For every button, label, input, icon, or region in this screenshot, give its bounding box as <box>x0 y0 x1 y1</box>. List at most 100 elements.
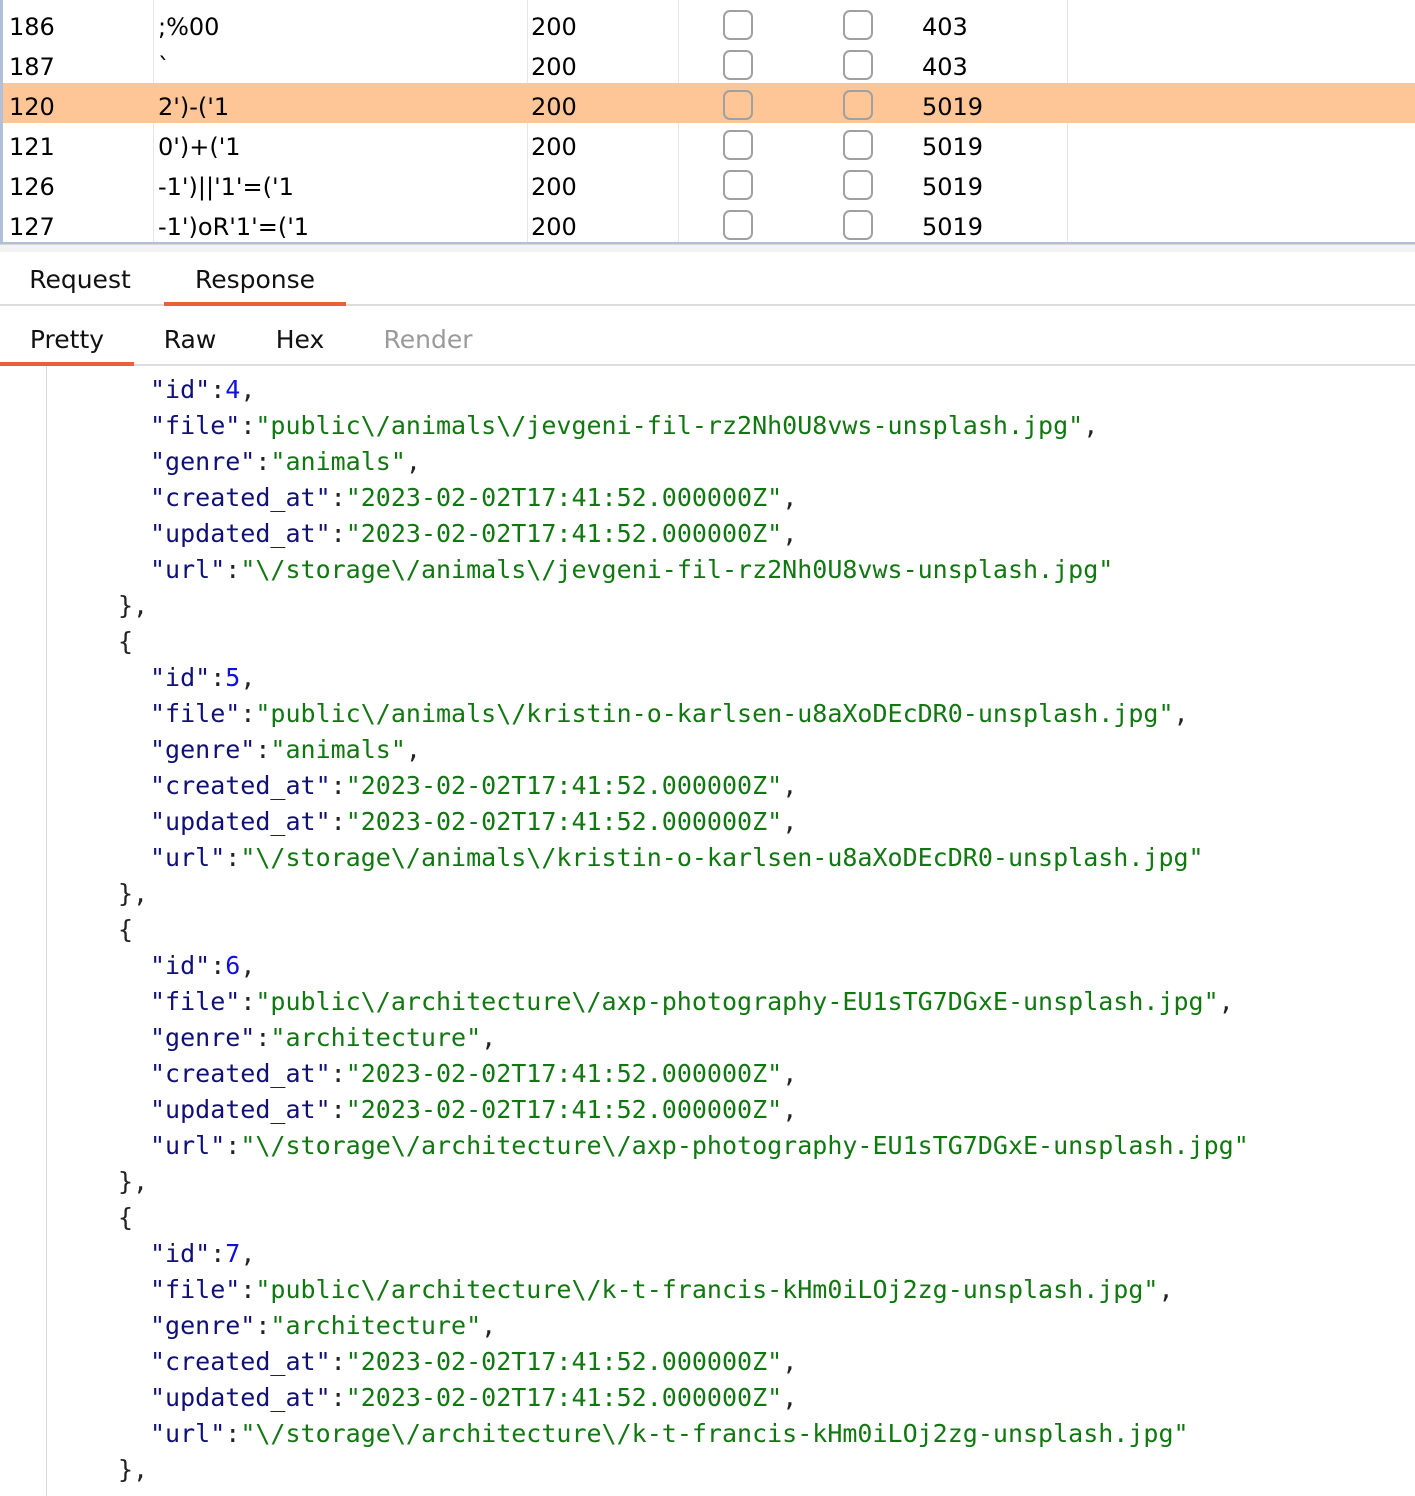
colon: : <box>225 555 241 584</box>
json-key: "file" <box>150 699 241 728</box>
tab-render[interactable]: Render <box>354 308 502 364</box>
json-value: "2023-02-02T17:41:52.000000Z" <box>345 1095 783 1124</box>
json-key: "updated_at" <box>150 519 331 548</box>
colon: : <box>330 1347 346 1376</box>
response-body-viewer[interactable]: "id":4, "file":"public\/animals\/jevgeni-… <box>0 366 1415 1496</box>
json-value: "2023-02-02T17:41:52.000000Z" <box>345 1059 783 1088</box>
open-brace: { <box>118 915 134 944</box>
json-line-created-at: "created_at":"2023-02-02T17:41:52.000000… <box>150 1344 797 1380</box>
comma: , <box>782 1059 798 1088</box>
json-key: "updated_at" <box>150 1383 331 1412</box>
json-key: "genre" <box>150 447 256 476</box>
json-line-updated-at: "updated_at":"2023-02-02T17:41:52.000000… <box>150 516 797 552</box>
timeout-checkbox[interactable] <box>843 10 873 40</box>
timeout-checkbox[interactable] <box>843 50 873 80</box>
colon: : <box>225 843 241 872</box>
error-checkbox[interactable] <box>723 10 753 40</box>
tab-response[interactable]: Response <box>164 252 346 306</box>
tab-pretty[interactable]: Pretty <box>0 308 134 366</box>
json-key: "url" <box>150 555 226 584</box>
status-code: 200 <box>531 93 577 121</box>
json-line-id: "id":5, <box>150 660 255 696</box>
message-tabs: Request Response <box>0 252 1415 306</box>
request-number: 120 <box>9 93 55 121</box>
status-code: 200 <box>531 53 577 81</box>
json-line-id: "id":4, <box>150 372 255 408</box>
timeout-checkbox[interactable] <box>843 130 873 160</box>
json-value: "architecture" <box>270 1311 482 1340</box>
close-brace: }, <box>118 1455 149 1484</box>
payload: -1')||'1'=('1 <box>158 173 294 201</box>
json-value: "public\/architecture\/k-t-francis-kHm0i… <box>255 1275 1159 1304</box>
comma: , <box>481 1023 497 1052</box>
json-line-file: "file":"public\/architecture\/axp-photog… <box>150 984 1234 1020</box>
json-key: "created_at" <box>150 483 331 512</box>
indent-guide <box>46 366 47 1496</box>
colon: : <box>210 1239 226 1268</box>
tab-raw[interactable]: Raw <box>134 308 246 364</box>
json-key: "file" <box>150 987 241 1016</box>
json-key: "url" <box>150 843 226 872</box>
colon: : <box>210 951 226 980</box>
json-value: "2023-02-02T17:41:52.000000Z" <box>345 519 783 548</box>
comma: , <box>240 951 256 980</box>
error-checkbox[interactable] <box>723 130 753 160</box>
json-value: 7 <box>225 1239 241 1268</box>
response-length: 5019 <box>922 133 984 161</box>
pane-splitter[interactable] <box>0 244 1415 252</box>
timeout-checkbox[interactable] <box>843 210 873 240</box>
error-checkbox[interactable] <box>723 50 753 80</box>
status-code: 200 <box>531 173 577 201</box>
timeout-checkbox[interactable] <box>843 90 873 120</box>
comma: , <box>405 447 421 476</box>
json-value: "animals" <box>270 447 406 476</box>
comma: , <box>481 1311 497 1340</box>
json-key: "id" <box>150 663 211 692</box>
json-close-brace: }, <box>118 876 148 912</box>
colon: : <box>330 519 346 548</box>
open-brace: { <box>118 627 134 656</box>
colon: : <box>330 1383 346 1412</box>
error-checkbox[interactable] <box>723 170 753 200</box>
colon: : <box>225 1419 241 1448</box>
json-line-updated-at: "updated_at":"2023-02-02T17:41:52.000000… <box>150 804 797 840</box>
table-row[interactable]: 126 -1')||'1'=('1 200 5019 <box>3 163 1415 203</box>
colon: : <box>330 807 346 836</box>
colon: : <box>330 1059 346 1088</box>
comma: , <box>240 1239 256 1268</box>
comma: , <box>1173 699 1189 728</box>
comma: , <box>782 807 798 836</box>
error-checkbox[interactable] <box>723 90 753 120</box>
json-value: "2023-02-02T17:41:52.000000Z" <box>345 1347 783 1376</box>
json-key: "genre" <box>150 735 256 764</box>
table-row[interactable]: 186 ;%00 200 403 <box>3 3 1415 43</box>
comma: , <box>782 771 798 800</box>
json-value: "2023-02-02T17:41:52.000000Z" <box>345 771 783 800</box>
json-line-id: "id":6, <box>150 948 255 984</box>
json-line-created-at: "created_at":"2023-02-02T17:41:52.000000… <box>150 480 797 516</box>
json-value: 5 <box>225 663 241 692</box>
json-value: "public\/animals\/kristin-o-karlsen-u8aX… <box>255 699 1174 728</box>
table-row[interactable]: 187 ` 200 403 <box>3 43 1415 83</box>
json-close-brace: }, <box>118 588 148 624</box>
comma: , <box>782 519 798 548</box>
request-number: 186 <box>9 13 55 41</box>
colon: : <box>255 447 271 476</box>
json-key: "genre" <box>150 1311 256 1340</box>
comma: , <box>1158 1275 1174 1304</box>
status-code: 200 <box>531 13 577 41</box>
json-line-updated-at: "updated_at":"2023-02-02T17:41:52.000000… <box>150 1380 797 1416</box>
table-row[interactable]: 121 0')+('1 200 5019 <box>3 123 1415 163</box>
tab-request[interactable]: Request <box>0 252 160 304</box>
table-row[interactable]: 127 -1')oR'1'=('1 200 5019 <box>3 203 1415 243</box>
comma: , <box>1218 987 1234 1016</box>
error-checkbox[interactable] <box>723 210 753 240</box>
json-value: "2023-02-02T17:41:52.000000Z" <box>345 807 783 836</box>
request-number: 187 <box>9 53 55 81</box>
table-row-selected[interactable]: 120 2')-('1 200 5019 <box>3 83 1415 123</box>
tab-hex[interactable]: Hex <box>246 308 354 364</box>
json-line-genre: "genre":"animals", <box>150 732 421 768</box>
json-line-file: "file":"public\/animals\/kristin-o-karls… <box>150 696 1189 732</box>
json-key: "id" <box>150 375 211 404</box>
timeout-checkbox[interactable] <box>843 170 873 200</box>
